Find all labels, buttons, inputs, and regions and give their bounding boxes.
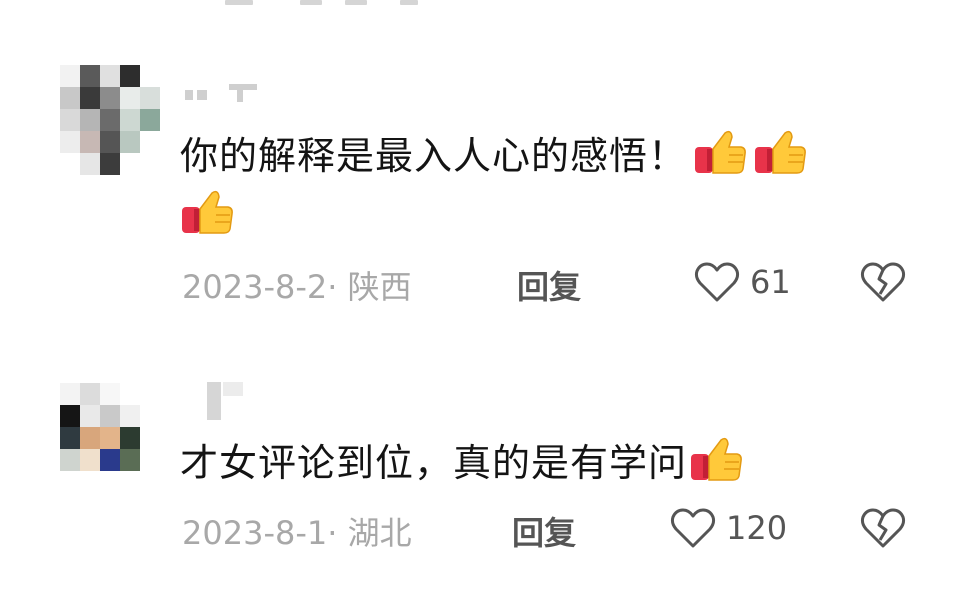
comment-date: 2023-8-2·: [182, 268, 338, 306]
heart-outline-icon: [694, 262, 740, 302]
comment-date-location: 2023-8-1· 湖北: [182, 508, 412, 554]
comment-text: 你的解释是最入人心的感悟！: [180, 126, 940, 246]
dislike-button[interactable]: [860, 506, 906, 558]
thumbs-up-emoji: [180, 189, 234, 237]
username-blurred[interactable]: [185, 82, 275, 104]
username-blurred[interactable]: [185, 378, 275, 420]
thumbs-up-emoji: [689, 436, 743, 484]
comment-meta: 2023-8-2· 陕西 回复 61: [182, 262, 942, 306]
broken-heart-icon: [860, 262, 906, 302]
thumbs-up-emoji: [753, 129, 807, 177]
avatar[interactable]: [60, 65, 160, 175]
comment-date-location: 2023-8-2· 陕西: [182, 262, 412, 308]
like-button[interactable]: 120: [670, 506, 787, 550]
like-count: 120: [726, 509, 788, 547]
comment-date: 2023-8-1·: [182, 514, 338, 552]
heart-outline-icon: [670, 508, 716, 548]
comment-body: 才女评论到位，真的是有学问: [180, 441, 688, 485]
avatar[interactable]: [60, 383, 160, 493]
broken-heart-icon: [860, 508, 906, 548]
like-count: 61: [750, 263, 791, 301]
comment-location: 陕西: [347, 268, 412, 306]
comment-meta: 2023-8-1· 湖北 回复 120: [182, 508, 942, 552]
previous-comment-fragment: [215, 0, 425, 6]
comment-text: 才女评论到位，真的是有学问: [180, 433, 940, 493]
thumbs-up-emoji: [693, 129, 747, 177]
comment-location: 湖北: [347, 514, 412, 552]
reply-button[interactable]: 回复: [512, 508, 576, 554]
dislike-button[interactable]: [860, 260, 906, 312]
reply-button[interactable]: 回复: [517, 262, 581, 308]
like-button[interactable]: 61: [694, 260, 791, 304]
comment-body: 你的解释是最入人心的感悟！: [180, 134, 688, 178]
